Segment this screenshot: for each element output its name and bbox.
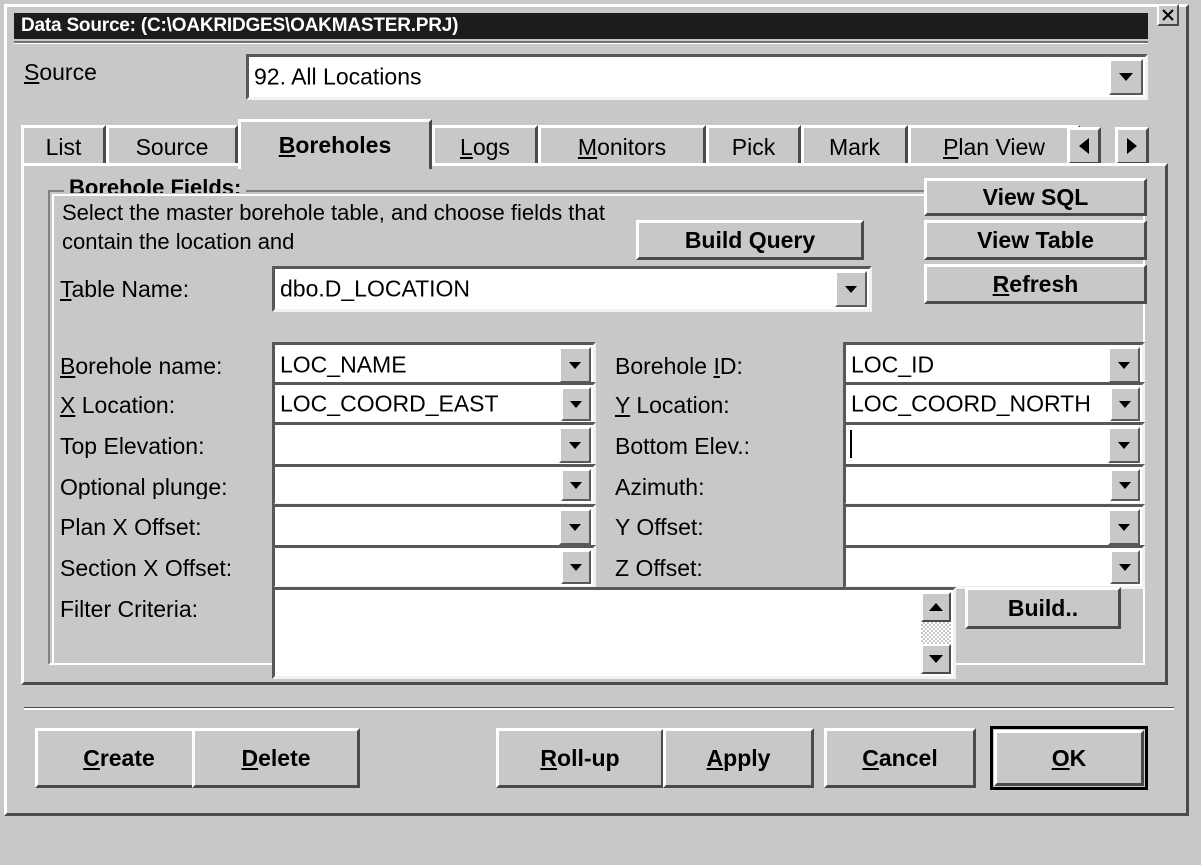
top-elevation-label: Top Elevation: — [60, 435, 205, 458]
scroll-down-icon[interactable] — [921, 644, 951, 674]
y-location-combo[interactable]: LOC_COORD_NORTH — [843, 382, 1145, 426]
footer-separator — [24, 707, 1174, 710]
tab-monitors[interactable]: Monitors — [538, 125, 706, 167]
tab-pick[interactable]: Pick — [706, 125, 801, 167]
chevron-down-icon[interactable] — [561, 387, 591, 421]
text-cursor — [850, 430, 852, 458]
x-location-label: X Location: — [60, 394, 176, 417]
scroll-up-icon[interactable] — [921, 592, 951, 622]
delete-label: Delete — [241, 744, 311, 771]
section-x-offset-label: Section X Offset: — [60, 557, 233, 580]
build-query-label: Build Query — [684, 226, 816, 253]
cancel-button[interactable]: Cancel — [824, 728, 976, 788]
refresh-button[interactable]: Refresh — [924, 264, 1147, 304]
tab-source[interactable]: Source — [106, 125, 238, 167]
chevron-down-icon[interactable] — [559, 347, 591, 383]
create-button[interactable]: Create — [35, 728, 203, 788]
build-query-button[interactable]: Build Query — [636, 220, 864, 260]
chevron-down-icon[interactable] — [835, 271, 867, 307]
chevron-down-icon[interactable] — [1108, 509, 1140, 545]
cancel-label: Cancel — [862, 744, 938, 771]
window-frame: Data Source: (C:\OAKRIDGES\OAKMASTER.PRJ… — [4, 4, 1189, 816]
view-table-button[interactable]: View Table — [924, 220, 1147, 260]
chevron-down-icon[interactable] — [1109, 59, 1143, 95]
x-location-combo[interactable]: LOC_COORD_EAST — [272, 382, 596, 426]
tab-scroll-right-button[interactable] — [1115, 127, 1149, 165]
create-label: Create — [83, 744, 155, 771]
ok-label: OK — [1051, 744, 1087, 771]
plan-x-offset-combo[interactable] — [272, 504, 596, 550]
borehole-fields-group-title: Borehole Fields: — [64, 176, 247, 193]
boreholes-tab-panel: Borehole Fields: Select the master boreh… — [21, 163, 1168, 685]
chevron-down-icon[interactable] — [1110, 469, 1140, 501]
bottom-elevation-combo[interactable] — [843, 422, 1145, 468]
filter-criteria-label: Filter Criteria: — [60, 598, 199, 621]
chevron-down-icon[interactable] — [559, 427, 591, 463]
build-filter-button[interactable]: Build.. — [965, 587, 1121, 629]
filter-criteria-input[interactable] — [272, 587, 956, 679]
chevron-down-icon[interactable] — [1110, 550, 1140, 584]
window-title: Data Source: (C:\OAKRIDGES\OAKMASTER.PRJ… — [14, 13, 1148, 39]
filter-criteria-scrollbar[interactable] — [921, 592, 951, 674]
top-elevation-combo[interactable] — [272, 422, 596, 468]
plan-x-offset-label: Plan X Offset: — [60, 516, 202, 539]
section-x-offset-combo[interactable] — [272, 545, 596, 589]
chevron-down-icon[interactable] — [1110, 387, 1140, 421]
y-location-value: LOC_COORD_NORTH — [851, 390, 1091, 417]
table-name-combo[interactable]: dbo.D_LOCATION — [272, 266, 872, 312]
view-sql-button[interactable]: View SQL — [924, 178, 1147, 216]
view-table-label: View Table — [977, 226, 1094, 253]
tab-mark[interactable]: Mark — [801, 125, 908, 167]
y-offset-combo[interactable] — [843, 504, 1145, 550]
chevron-down-icon[interactable] — [561, 550, 591, 584]
close-icon[interactable] — [1157, 4, 1179, 26]
chevron-down-icon[interactable] — [559, 509, 591, 545]
azimuth-label: Azimuth: — [615, 476, 705, 499]
z-offset-combo[interactable] — [843, 545, 1145, 589]
optional-plunge-combo[interactable] — [272, 464, 596, 506]
rollup-label: Roll-up — [540, 744, 620, 771]
source-label: Source — [24, 59, 97, 85]
table-name-label: Table Name: — [60, 278, 190, 301]
azimuth-combo[interactable] — [843, 464, 1145, 506]
apply-label: Apply — [706, 744, 771, 771]
x-location-value: LOC_COORD_EAST — [280, 390, 499, 417]
borehole-id-label: Borehole ID: — [615, 355, 743, 378]
source-combo[interactable]: 92. All Locations — [246, 54, 1148, 100]
view-sql-label: View SQL — [982, 183, 1089, 210]
tab-boreholes[interactable]: Boreholes — [238, 119, 432, 169]
tab-plan-view[interactable]: Plan View — [908, 125, 1080, 167]
borehole-fields-description: Select the master borehole table, and ch… — [62, 200, 606, 250]
tab-logs[interactable]: Logs — [432, 125, 538, 167]
chevron-down-icon[interactable] — [1108, 347, 1140, 383]
ok-button[interactable]: OK — [990, 726, 1148, 790]
tab-list[interactable]: List — [21, 125, 106, 167]
chevron-down-icon[interactable] — [1108, 427, 1140, 463]
dialog-window: Data Source: (C:\OAKRIDGES\OAKMASTER.PRJ… — [0, 0, 1201, 865]
build-filter-label: Build.. — [1007, 594, 1079, 621]
refresh-label: Refresh — [992, 270, 1079, 297]
optional-plunge-label: Optional plunge: — [60, 476, 228, 499]
borehole-id-value: LOC_ID — [851, 351, 935, 378]
chevron-down-icon[interactable] — [561, 469, 591, 501]
apply-button[interactable]: Apply — [663, 728, 814, 788]
table-name-value: dbo.D_LOCATION — [280, 275, 471, 302]
y-offset-label: Y Offset: — [615, 516, 704, 539]
bottom-elevation-label: Bottom Elev.: — [615, 435, 751, 458]
delete-button[interactable]: Delete — [192, 728, 360, 788]
rollup-button[interactable]: Roll-up — [496, 728, 664, 788]
title-separator — [14, 41, 1148, 44]
y-location-label: Y Location: — [615, 394, 730, 417]
borehole-name-label: Borehole name: — [60, 355, 223, 378]
source-combo-value: 92. All Locations — [254, 63, 422, 90]
tab-scroll-left-button[interactable] — [1067, 127, 1101, 165]
borehole-name-value: LOC_NAME — [280, 351, 407, 378]
z-offset-label: Z Offset: — [615, 557, 703, 580]
